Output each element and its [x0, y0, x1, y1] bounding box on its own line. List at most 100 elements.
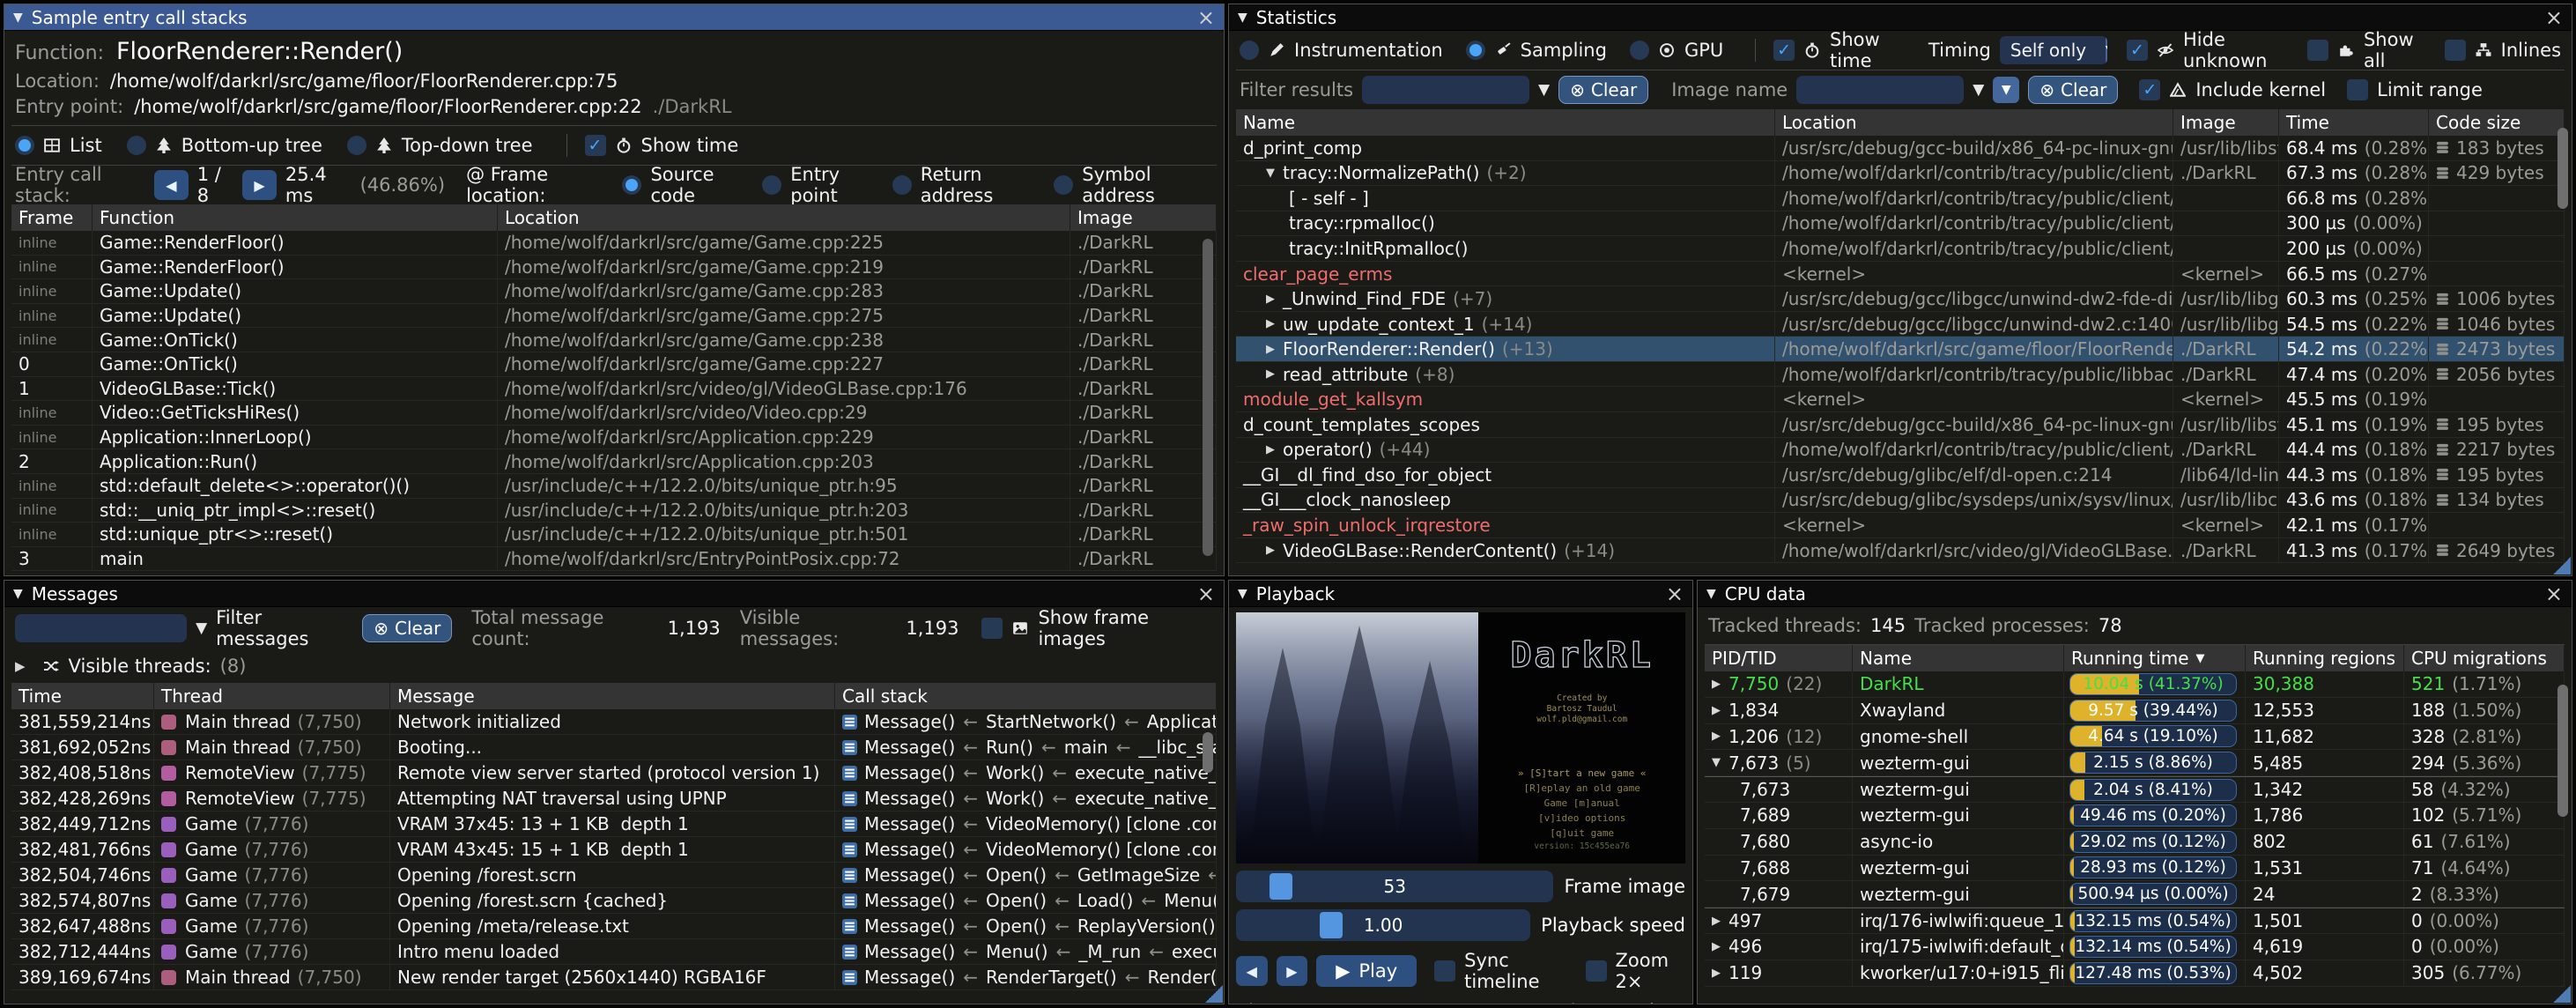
statistics-scrollbar[interactable] [2557, 128, 2568, 209]
cpu-row[interactable]: ▶1,206(12) gnome-shell 4.64 s (19.10%) 1… [1705, 724, 2565, 751]
image-name-combo[interactable]: ▼ [1993, 77, 2019, 103]
stats-radio-gpu[interactable] [1630, 41, 1649, 60]
next-frame-button[interactable]: ▶ [1277, 956, 1308, 986]
statistics-row[interactable]: ▶FloorRenderer::Render()(+13) /home/wolf… [1236, 337, 2565, 362]
playback-titlebar[interactable]: ▼ Playback × [1229, 581, 1692, 607]
image-name-input[interactable] [1796, 76, 1964, 104]
statistics-row[interactable]: ▶uw_update_context_1(+14) /usr/src/debug… [1236, 312, 2565, 337]
table-header[interactable]: TimeThreadMessageCall stack [11, 683, 1217, 709]
zoom-2x-checkbox[interactable] [1586, 960, 1607, 982]
checkbox-hide-unknown[interactable]: ✓ [2127, 40, 2148, 61]
resize-grip[interactable] [2553, 985, 2571, 1003]
visible-threads-row[interactable]: ▶ Visible threads: (8) [4, 649, 1224, 683]
timing-combo[interactable]: Self only▼ [2000, 36, 2107, 64]
message-row[interactable]: 381,559,214ns Main thread(7,750) Network… [11, 709, 1217, 735]
call-stack-row[interactable]: 1 VideoGLBase::Tick() /home/wolf/darkrl/… [11, 377, 1217, 402]
statistics-row[interactable]: __GI___clock_nanosleep /usr/src/debug/gl… [1236, 488, 2565, 514]
stats-radio-instrumentation[interactable] [1240, 41, 1259, 60]
filter-results-input[interactable] [1362, 76, 1529, 104]
mode-radio-top-down-tree[interactable] [347, 136, 366, 155]
message-row[interactable]: 382,574,807ns Game(7,776) Opening /fores… [11, 888, 1217, 914]
frameloc-radio-entry-point[interactable] [762, 175, 781, 195]
statistics-row[interactable]: ▶read_attribute(+8) /home/wolf/darkrl/co… [1236, 362, 2565, 388]
image-funnel-icon[interactable]: ▼ [1973, 81, 1984, 99]
slider-grab[interactable] [1320, 912, 1343, 938]
message-row[interactable]: 382,408,518ns RemoteView(7,775) Remote v… [11, 760, 1217, 786]
playback-speed-slider[interactable]: 1.00 [1236, 909, 1530, 941]
cpu-row[interactable]: 7,673 wezterm-gui 2.04 s (8.41%) 1,342 5… [1705, 776, 2565, 803]
column-header[interactable]: Image [1070, 204, 1217, 231]
close-icon[interactable]: × [2545, 585, 2563, 603]
statistics-row[interactable]: ▼tracy::NormalizePath()(+2) /home/wolf/d… [1236, 161, 2565, 187]
expand-icon[interactable]: ▶ [1266, 544, 1275, 557]
message-row[interactable]: 381,692,052ns Main thread(7,750) Booting… [11, 735, 1217, 760]
cpu-row[interactable]: 7,680 async-io 29.02 ms (0.12%) 802 61(7… [1705, 829, 2565, 856]
collapse-icon[interactable]: ▼ [13, 11, 23, 25]
call-stack-row[interactable]: 3 main /home/wolf/darkrl/src/EntryPointP… [11, 547, 1217, 572]
limit-range-checkbox[interactable] [2347, 79, 2368, 100]
column-header[interactable]: Code size [2429, 109, 2565, 136]
table-header[interactable]: PID/TIDNameRunning time ▼Running regions… [1705, 645, 2565, 671]
next-stack-button[interactable]: ▶ [242, 170, 277, 200]
cpu-row[interactable]: 7,679 wezterm-gui 500.94 µs (0.00%) 24 2… [1705, 881, 2565, 908]
statistics-row[interactable]: d_count_templates_scopes /usr/src/debug/… [1236, 412, 2565, 438]
frameloc-radio-symbol-address[interactable] [1054, 175, 1073, 195]
column-header[interactable]: Thread [154, 683, 390, 709]
resize-grip[interactable] [1205, 985, 1223, 1003]
statistics-titlebar[interactable]: ▼ Statistics × [1229, 4, 2572, 31]
prev-frame-button[interactable]: ◀ [1236, 956, 1268, 986]
stats-radio-sampling[interactable] [1466, 41, 1485, 60]
close-icon[interactable]: × [1666, 585, 1684, 603]
call-stack-row[interactable]: inline Game::Update() /home/wolf/darkrl/… [11, 279, 1217, 304]
expand-icon[interactable]: ▶ [1712, 730, 1721, 743]
call-stack-row[interactable]: inline Game::Update() /home/wolf/darkrl/… [11, 304, 1217, 329]
message-row[interactable]: 382,712,444ns Game(7,776) Intro menu loa… [11, 939, 1217, 965]
messages-titlebar[interactable]: ▼ Messages × [4, 581, 1224, 607]
cpu-row[interactable]: ▶496 irq/175-iwlwifi:default_queue 132.1… [1705, 934, 2565, 960]
expand-icon[interactable]: ▶ [1712, 678, 1721, 691]
cpu-data-titlebar[interactable]: ▼ CPU data × [1698, 581, 2572, 607]
cpu-row[interactable]: ▶7,750(22) DarkRL 10.04 s (41.37%) 30,38… [1705, 671, 2565, 698]
message-row[interactable]: 389,169,674ns Main thread(7,750) New ren… [11, 965, 1217, 990]
cpu-row[interactable]: 7,689 wezterm-gui 49.46 ms (0.20%) 1,786… [1705, 803, 2565, 829]
collapse-icon[interactable]: ▼ [1706, 587, 1716, 601]
expand-icon[interactable]: ▶ [1266, 443, 1275, 456]
messages-scrollbar[interactable] [1203, 732, 1213, 773]
show-time-checkbox[interactable]: ✓ [585, 135, 606, 156]
column-header[interactable]: Frame [11, 204, 93, 231]
filter-funnel-icon[interactable]: ▼ [1538, 81, 1550, 99]
callstacks-titlebar[interactable]: ▼ Sample entry call stacks × [4, 4, 1224, 31]
checkbox-show-all[interactable] [2307, 40, 2328, 61]
stats-show-time-checkbox[interactable]: ✓ [1773, 40, 1795, 61]
table-header[interactable]: FrameFunctionLocationImage [11, 204, 1217, 231]
show-frame-images-checkbox[interactable] [981, 618, 1003, 639]
cpu-row[interactable]: ▶1,834 Xwayland 9.57 s (39.44%) 12,553 1… [1705, 698, 2565, 724]
column-header[interactable]: Running regions [2246, 645, 2404, 671]
clear-image-button[interactable]: ⊗Clear [2028, 76, 2118, 104]
call-stack-row[interactable]: 0 Game::OnTick() /home/wolf/darkrl/src/g… [11, 352, 1217, 377]
collapse-icon[interactable]: ▼ [13, 587, 23, 601]
statistics-row[interactable]: [ - self - ] /home/wolf/darkrl/contrib/t… [1236, 186, 2565, 211]
statistics-row[interactable]: module_get_kallsym <kernel> <kernel> 45.… [1236, 387, 2565, 412]
column-header[interactable]: Function [93, 204, 498, 231]
cpu-row[interactable]: ▶119 kworker/u17:0+i915_flip 127.48 ms (… [1705, 960, 2565, 987]
column-header[interactable]: Time [11, 683, 154, 709]
include-kernel-checkbox[interactable]: ✓ [2139, 79, 2160, 100]
expand-icon[interactable]: ▶ [1266, 367, 1275, 381]
call-stack-row[interactable]: inline std::default_delete<>::operator()… [11, 474, 1217, 499]
expand-icon[interactable]: ▶ [1712, 915, 1721, 928]
cpu-row[interactable]: ▼7,673(5) wezterm-gui 2.15 s (8.86%) 5,4… [1705, 750, 2565, 776]
statistics-row[interactable]: clear_page_erms <kernel> <kernel> 66.5 m… [1236, 262, 2565, 287]
statistics-row[interactable]: ▶_Unwind_Find_FDE(+7) /usr/src/debug/gcc… [1236, 286, 2565, 312]
message-row[interactable]: 382,481,766ns Game(7,776) VRAM 43x45: 15… [11, 837, 1217, 863]
checkbox-inlines[interactable] [2445, 40, 2466, 61]
call-stack-row[interactable]: inline Video::GetTicksHiRes() /home/wolf… [11, 401, 1217, 426]
play-button[interactable]: ▶Play [1316, 955, 1417, 987]
sync-timeline-checkbox[interactable] [1434, 960, 1455, 982]
expand-icon[interactable]: ▶ [1712, 967, 1721, 980]
mode-radio-list[interactable] [15, 136, 34, 155]
column-header[interactable]: Time [2279, 109, 2429, 136]
cpu-row[interactable]: ▶497 irq/176-iwlwifi:queue_1 132.15 ms (… [1705, 908, 2565, 934]
table-header[interactable]: NameLocationImageTimeCode size [1236, 109, 2565, 136]
statistics-row[interactable]: __GI__dl_find_dso_for_object /usr/src/de… [1236, 463, 2565, 488]
